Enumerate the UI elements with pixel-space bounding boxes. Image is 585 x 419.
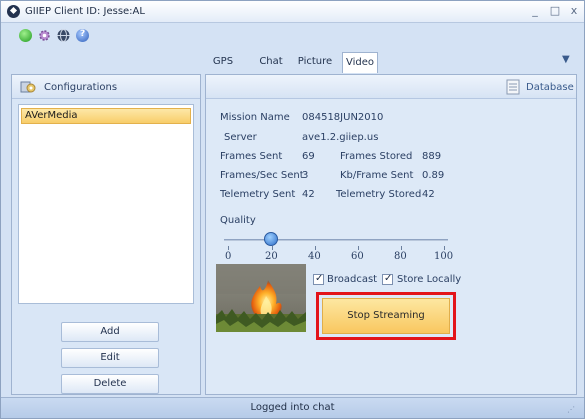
server-label: Server [224, 132, 257, 143]
status-bar: Logged into chat ⋰ [1, 397, 584, 418]
video-preview-image [216, 264, 306, 332]
tab-picture[interactable]: Picture [296, 52, 334, 72]
resize-grip-icon[interactable]: ⋰ [567, 405, 575, 414]
store-locally-checkbox[interactable] [382, 273, 393, 285]
title-bar: GIIEP Client ID: Jesse:AL _ □ x [1, 1, 584, 23]
slider-tick-label: 80 [394, 251, 407, 262]
telemetry-stored-label: Telemetry Stored [336, 189, 422, 200]
green-status-icon[interactable] [19, 29, 32, 42]
telemetry-sent-label: Telemetry Sent [220, 189, 296, 200]
mission-name-label: Mission Name [220, 112, 290, 123]
slider-tick-label: 60 [351, 251, 364, 262]
close-button[interactable]: x [567, 4, 581, 18]
database-icon[interactable] [504, 78, 522, 96]
configurations-icon [20, 79, 36, 95]
video-panel: Database Mission Name 084518JUN2010 Serv… [205, 74, 577, 395]
frames-stored-value: 889 [422, 151, 442, 162]
app-window: GIIEP Client ID: Jesse:AL _ □ x ? GPS St… [0, 0, 585, 419]
quality-label: Quality [220, 215, 256, 226]
add-button[interactable]: Add [61, 322, 159, 342]
menu-dropdown-icon[interactable]: ▼ [562, 54, 570, 65]
frames-sent-label: Frames Sent [220, 151, 283, 162]
tab-video[interactable]: Video [342, 52, 378, 73]
minimize-button[interactable]: _ [528, 4, 542, 18]
server-value: ave1.2.giiep.us [302, 132, 379, 143]
maximize-button[interactable]: □ [548, 4, 562, 18]
slider-tick [401, 246, 402, 250]
slider-tick [228, 246, 229, 250]
slider-tick [358, 246, 359, 250]
slider-tick [315, 246, 316, 250]
gear-icon[interactable] [38, 29, 51, 42]
configurations-header: Configurations [12, 75, 200, 99]
frames-sent-value: 69 [302, 151, 315, 162]
frames-stored-label: Frames Stored [340, 151, 413, 162]
slider-tick-label: 0 [225, 251, 232, 262]
delete-button[interactable]: Delete [61, 374, 159, 394]
window-title: GIIEP Client ID: Jesse:AL [25, 6, 145, 17]
slider-tick [444, 246, 445, 250]
store-locally-label[interactable]: Store Locally [397, 274, 461, 285]
telemetry-sent-value: 42 [302, 189, 315, 200]
broadcast-checkbox[interactable] [313, 273, 324, 285]
frames-per-sec-label: Frames/Sec Sent [220, 170, 304, 181]
app-logo-icon [7, 5, 20, 18]
slider-tick-label: 20 [265, 251, 278, 262]
frames-per-sec-value: 3 [302, 170, 309, 181]
configurations-panel: Configurations AVerMedia Add Edit Delete [11, 74, 201, 395]
slider-tick-label: 100 [434, 251, 454, 262]
stop-streaming-highlight: Stop Streaming [316, 292, 456, 340]
help-icon[interactable]: ? [76, 29, 89, 42]
configurations-list[interactable]: AVerMedia [18, 104, 194, 304]
list-item[interactable]: AVerMedia [21, 108, 191, 124]
broadcast-label[interactable]: Broadcast [327, 274, 377, 285]
kb-per-frame-label: Kb/Frame Sent [340, 170, 414, 181]
edit-button[interactable]: Edit [61, 348, 159, 368]
telemetry-stored-value: 42 [422, 189, 435, 200]
database-label[interactable]: Database [526, 82, 574, 93]
quality-slider-thumb[interactable] [264, 232, 279, 246]
tab-chat[interactable]: Chat [256, 52, 286, 72]
quality-slider[interactable] [224, 239, 448, 241]
globe-icon[interactable] [57, 29, 70, 42]
status-text: Logged into chat [250, 402, 335, 413]
slider-tick-label: 40 [308, 251, 321, 262]
configurations-title: Configurations [44, 82, 118, 93]
kb-per-frame-value: 0.89 [422, 170, 445, 181]
slider-tick [272, 246, 273, 250]
video-panel-header: Database [206, 75, 576, 99]
mission-name-value: 084518JUN2010 [302, 112, 384, 123]
tab-gps-status[interactable]: GPS Status [196, 52, 250, 87]
stop-streaming-button[interactable]: Stop Streaming [322, 298, 450, 334]
